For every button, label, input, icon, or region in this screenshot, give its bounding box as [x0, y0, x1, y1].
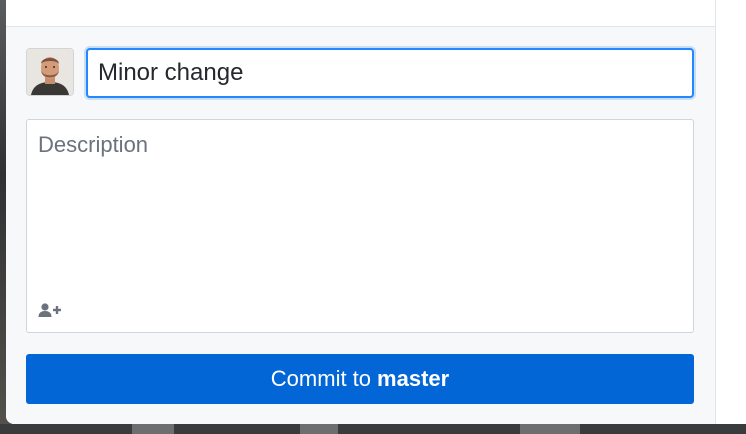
commit-button-label: Commit to: [270, 366, 372, 391]
add-coauthor-button[interactable]: [35, 298, 65, 322]
changes-list-area: [6, 0, 715, 27]
user-avatar: [27, 49, 73, 95]
commit-summary-input[interactable]: [86, 48, 694, 98]
desktop-bottom-strip: [0, 424, 746, 434]
app-window: Commit to master: [6, 0, 746, 424]
avatar: [26, 48, 74, 96]
diff-pane: [716, 0, 746, 424]
commit-button-branch: master: [377, 366, 450, 391]
description-box: [26, 119, 694, 333]
commit-description-input[interactable]: [27, 120, 693, 300]
add-coauthor-icon: [38, 303, 61, 317]
commit-message-panel: Commit to master: [6, 27, 715, 424]
commit-button[interactable]: Commit to master: [26, 354, 694, 404]
